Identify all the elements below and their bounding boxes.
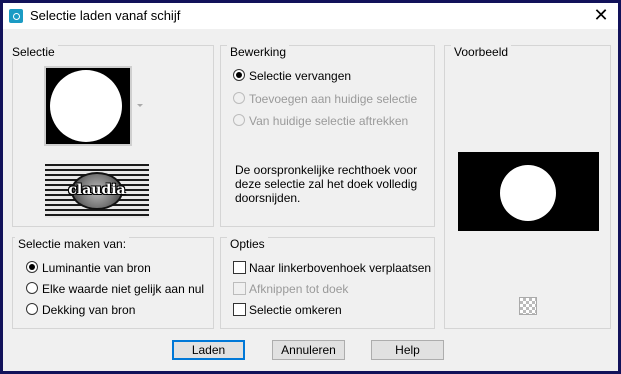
radio-label: Selectie vervangen [249,69,352,83]
voorbeeld-group-title: Voorbeeld [451,45,512,59]
bewerking-group: Bewerking Selectie vervangen Toevoegen a… [220,45,435,227]
description-line: De oorspronkelijke rechthoek voor [235,163,418,177]
radio-label: Toevoegen aan huidige selectie [249,92,418,106]
logo-text: claudia [68,182,126,198]
opties-group: Opties Naar linkerbovenhoek verplaatsen … [220,237,435,329]
claudia-logo-image: claudia [45,164,149,218]
opties-group-title: Opties [227,237,268,251]
checkerboard-icon[interactable] [519,297,537,315]
radio-label: Dekking van bron [42,303,136,317]
dropdown-arrow-icon[interactable] [137,104,143,107]
title-bar: Selectie laden vanaf schijf ✕ [3,3,618,29]
preview-circle [500,165,556,221]
voorbeeld-group: Voorbeeld [444,45,611,329]
maken-van-group-title: Selectie maken van: [15,237,130,251]
radio-label: Luminantie van bron [42,261,151,275]
annuleren-button[interactable]: Annuleren [272,340,345,360]
radio-label: Elke waarde niet gelijk aan nul [42,282,205,296]
close-button[interactable]: ✕ [590,5,612,27]
checkbox-label: Naar linkerbovenhoek verplaatsen [249,261,432,275]
radio-button[interactable] [233,69,245,81]
radio-button [233,92,245,104]
help-button[interactable]: Help [371,340,444,360]
radio-button [233,114,245,126]
checkbox-label: Selectie omkeren [249,303,342,317]
app-icon [9,9,23,23]
bewerking-group-title: Bewerking [227,45,290,59]
radio-button[interactable] [26,282,38,294]
radio-button[interactable] [26,303,38,315]
checkbox [233,282,246,295]
selection-thumbnail[interactable] [44,66,132,146]
description-line: deze selectie zal het doek volledig [235,177,418,191]
description-line: doorsnijden. [235,191,301,205]
radio-label: Van huidige selectie aftrekken [249,114,409,128]
bewerking-description: De oorspronkelijke rechthoek voor deze s… [235,163,417,205]
window-title: Selectie laden vanaf schijf [30,8,181,23]
checkbox[interactable] [233,261,246,274]
preview-canvas [458,152,599,231]
selectie-group-title: Selectie [9,45,58,59]
checkbox[interactable] [233,303,246,316]
radio-button[interactable] [26,261,38,273]
maken-van-group: Selectie maken van: Luminantie van bron … [12,237,214,329]
selectie-group: Selectie claudia [9,45,214,227]
laden-button[interactable]: Laden [172,340,245,360]
dialog-window: Selectie laden vanaf schijf ✕ Selectie c… [3,3,618,371]
checkbox-label: Afknippen tot doek [249,282,349,296]
thumbnail-circle [50,70,122,142]
